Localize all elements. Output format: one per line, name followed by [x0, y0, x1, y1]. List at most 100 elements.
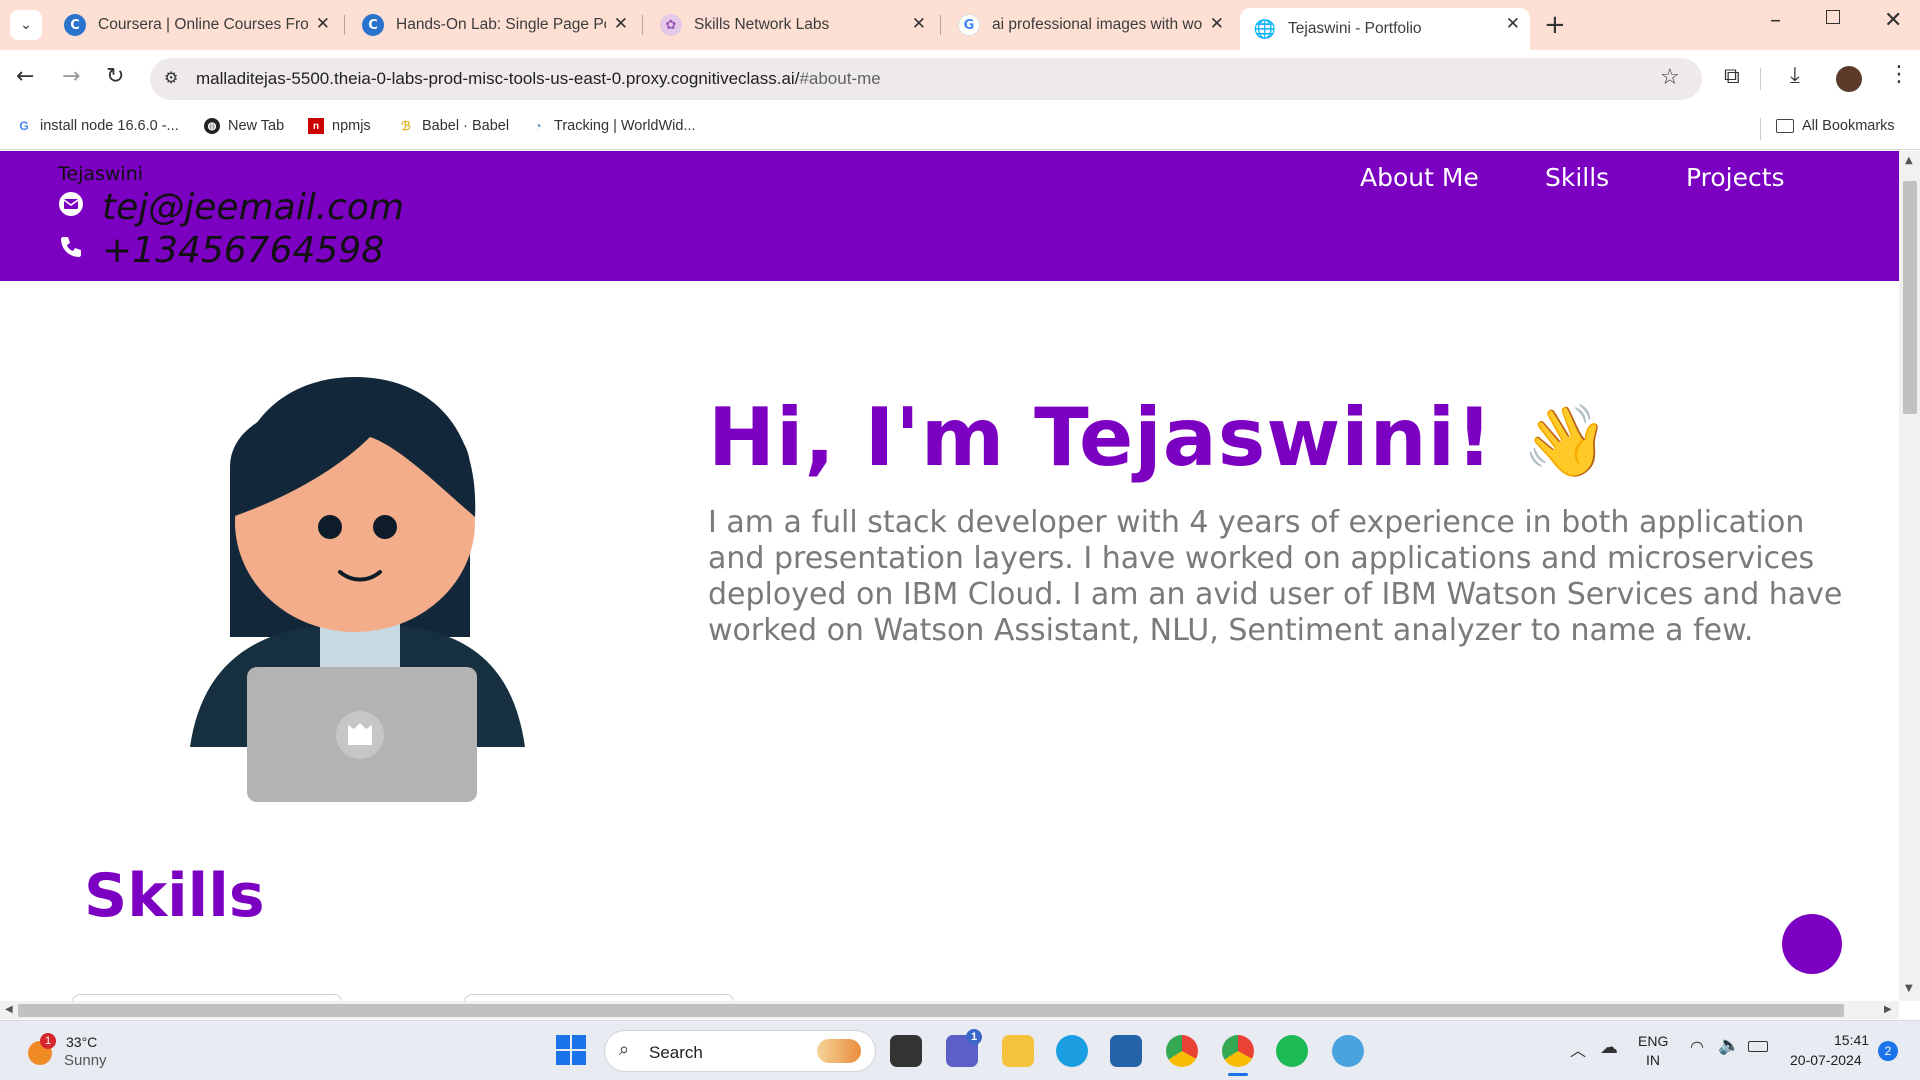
scroll-down-arrow-icon[interactable]: ▼: [1905, 983, 1913, 994]
all-bookmarks-button[interactable]: All Bookmarks: [1776, 118, 1895, 134]
toolbar-divider: [1760, 68, 1761, 90]
paint-icon[interactable]: [1332, 1035, 1364, 1067]
weather-widget[interactable]: 1 33°C Sunny: [26, 1033, 146, 1073]
restore-window-icon[interactable]: [1826, 10, 1840, 24]
bookmark-install-node[interactable]: G install node 16.6.0 -...: [16, 118, 178, 134]
horizontal-scrollbar[interactable]: ◀ ▶: [0, 1001, 1899, 1019]
tab-skills-network-labs[interactable]: ✿ Skills Network Labs ✕: [646, 8, 936, 42]
bookmark-label: npmjs: [332, 118, 371, 134]
globe-icon: ◍: [204, 118, 220, 134]
profile-avatar[interactable]: [1836, 66, 1862, 92]
chrome-profile-icon[interactable]: [1222, 1035, 1254, 1067]
bookmark-npmjs[interactable]: n npmjs: [308, 118, 371, 134]
battery-icon[interactable]: [1748, 1041, 1768, 1052]
waving-hand-icon: 👋: [1522, 400, 1611, 482]
scroll-up-arrow-icon[interactable]: ▲: [1905, 155, 1913, 166]
extensions-icon[interactable]: ⧉: [1724, 64, 1740, 89]
notification-count-badge[interactable]: 2: [1878, 1041, 1898, 1061]
phone-icon: [58, 234, 88, 267]
weather-temperature: 33°C: [66, 1034, 98, 1050]
all-bookmarks-label: All Bookmarks: [1802, 118, 1895, 134]
teams-chat-icon[interactable]: 1: [946, 1029, 982, 1067]
download-icon[interactable]: ⤓: [1790, 63, 1800, 88]
tab-ai-images[interactable]: G ai professional images with wor ✕: [944, 8, 1234, 42]
file-explorer-icon[interactable]: [1002, 1035, 1034, 1067]
phone-text[interactable]: +13456764598: [102, 230, 384, 271]
vertical-scroll-thumb[interactable]: [1903, 181, 1917, 414]
nav-link-about-me[interactable]: About Me: [1360, 163, 1479, 192]
edge-browser-icon[interactable]: [1056, 1035, 1088, 1067]
tab-hands-on-lab[interactable]: C Hands-On Lab: Single Page Port ✕: [348, 8, 638, 42]
language-code[interactable]: ENG: [1638, 1033, 1668, 1049]
nav-link-skills[interactable]: Skills: [1545, 163, 1609, 192]
skill-card: [72, 994, 342, 1001]
tab-search-dropdown-icon[interactable]: ⌄: [10, 10, 42, 40]
horizontal-scroll-thumb[interactable]: [18, 1004, 1844, 1017]
site-info-icon[interactable]: ⚙: [164, 68, 178, 87]
close-tab-icon[interactable]: ✕: [614, 14, 628, 34]
forward-arrow-icon[interactable]: →: [62, 64, 80, 89]
address-bar[interactable]: ⚙ malladitejas-5500.theia-0-labs-prod-mi…: [150, 58, 1702, 100]
onedrive-cloud-icon[interactable]: ☁: [1600, 1037, 1618, 1058]
chrome-icon[interactable]: [1166, 1035, 1198, 1067]
weather-badge: 1: [40, 1033, 56, 1049]
back-arrow-icon[interactable]: ←: [16, 64, 34, 89]
scroll-right-arrow-icon[interactable]: ▶: [1884, 1004, 1892, 1015]
start-button[interactable]: [556, 1035, 586, 1065]
search-highlight-icon: [817, 1039, 861, 1063]
reload-icon[interactable]: ↻: [106, 64, 124, 89]
clock-date[interactable]: 20-07-2024: [1790, 1052, 1862, 1068]
browser-menu-icon[interactable]: ⋮: [1888, 62, 1910, 87]
new-tab-button[interactable]: +: [1544, 10, 1566, 40]
skills-network-icon: ✿: [660, 14, 682, 36]
close-tab-icon[interactable]: ✕: [912, 14, 926, 34]
close-tab-icon[interactable]: ✕: [1506, 14, 1520, 34]
bookmark-star-icon[interactable]: ☆: [1660, 65, 1680, 90]
tab-title: Tejaswini - Portfolio: [1288, 20, 1422, 37]
bookmark-babel[interactable]: ℬ Babel · Babel: [398, 118, 509, 134]
taskbar-search-box[interactable]: ⌕ Search: [604, 1030, 876, 1072]
close-tab-icon[interactable]: ✕: [1210, 14, 1224, 34]
google-icon: G: [958, 14, 980, 36]
teams-badge: 1: [966, 1029, 982, 1045]
nav-link-projects[interactable]: Projects: [1686, 163, 1785, 192]
spotify-icon[interactable]: [1276, 1035, 1308, 1067]
windows-taskbar: 1 33°C Sunny ⌕ Search 1 ︿ ☁ ENG IN ◠ 🔈 1…: [0, 1020, 1920, 1080]
close-window-icon[interactable]: ✕: [1884, 8, 1902, 33]
volume-icon[interactable]: 🔈: [1718, 1035, 1740, 1056]
browser-tab-strip: ⌄ C Coursera | Online Courses From ✕ C H…: [0, 0, 1920, 50]
email-icon: [58, 191, 88, 224]
microsoft-store-icon[interactable]: [1110, 1035, 1142, 1067]
bookmark-tracking[interactable]: ◔ Tracking | WorldWid...: [530, 118, 696, 134]
hero-title-text: Hi, I'm Tejaswini!: [708, 391, 1494, 484]
tab-coursera[interactable]: C Coursera | Online Courses From ✕: [50, 8, 340, 42]
bookmark-new-tab[interactable]: ◍ New Tab: [204, 118, 284, 134]
tab-portfolio[interactable]: 🌐 Tejaswini - Portfolio ✕: [1240, 8, 1530, 50]
bookmark-label: Tracking | WorldWid...: [554, 118, 696, 134]
clock-time[interactable]: 15:41: [1834, 1032, 1869, 1048]
url-text[interactable]: malladitejas-5500.theia-0-labs-prod-misc…: [196, 69, 881, 89]
taskbar-search-placeholder: Search: [649, 1043, 703, 1062]
vertical-scrollbar[interactable]: ▲ ▼: [1899, 151, 1920, 1001]
globe-icon: 🌐: [1253, 18, 1277, 40]
hero-title: Hi, I'm Tejaswini! 👋: [708, 391, 1611, 484]
url-host: malladitejas-5500.theia-0-labs-prod-misc…: [196, 69, 800, 88]
tab-title: Skills Network Labs: [694, 16, 830, 33]
task-view-icon[interactable]: [890, 1035, 922, 1067]
wifi-icon[interactable]: ◠: [1690, 1037, 1704, 1056]
close-tab-icon[interactable]: ✕: [316, 14, 330, 34]
coursera-icon: C: [362, 14, 384, 36]
search-icon: ⌕: [619, 1039, 630, 1060]
url-hash: #about-me: [799, 69, 881, 88]
hero-description: I am a full stack developer with 4 years…: [708, 505, 1843, 648]
email-text[interactable]: tej@jeemail.com: [102, 187, 404, 228]
scroll-to-top-button[interactable]: [1782, 914, 1842, 974]
google-icon: G: [19, 119, 29, 133]
scroll-left-arrow-icon[interactable]: ◀: [5, 1004, 13, 1015]
language-region[interactable]: IN: [1646, 1052, 1660, 1068]
bookmark-label: New Tab: [228, 118, 285, 134]
minimize-window-icon[interactable]: –: [1770, 8, 1781, 33]
tab-title: Hands-On Lab: Single Page Port: [396, 16, 606, 33]
tracking-icon: ◔: [534, 119, 542, 133]
show-hidden-icons-chevron-icon[interactable]: ︿: [1570, 1037, 1586, 1061]
